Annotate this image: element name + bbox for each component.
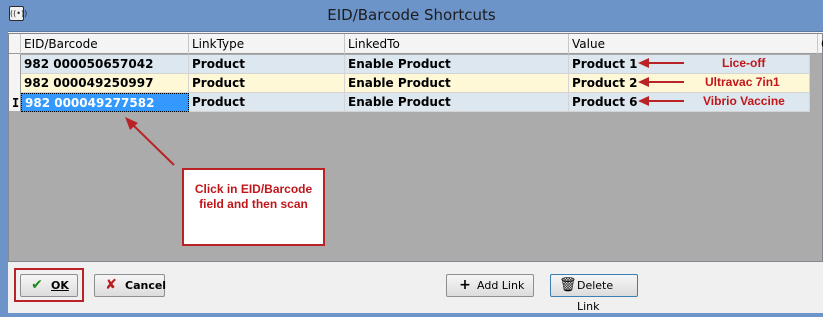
dialog-client: EID/Barcode LinkType LinkedTo Value C 98… [8, 31, 823, 313]
plus-icon: + [459, 277, 471, 293]
arrow-to-row1 [638, 58, 684, 68]
arrow-to-row3 [638, 96, 684, 106]
add-link-button[interactable]: + Add Link [446, 274, 534, 297]
annotation-overlay [125, 58, 684, 166]
annotation-ultravac: Ultravac 7in1 [705, 75, 780, 89]
title-bar: ((•)) EID/Barcode Shortcuts [0, 0, 823, 31]
arrow-to-eid-cell [125, 117, 175, 166]
window-title: EID/Barcode Shortcuts [327, 6, 496, 24]
instruction-callout: Click in EID/Barcode field and then scan [182, 168, 325, 246]
eid-barcode-shortcuts-window: ((•)) EID/Barcode Shortcuts EID/Barcode … [0, 0, 823, 317]
annotation-lice-off: Lice-off [722, 56, 766, 70]
x-icon: ✘ [105, 277, 117, 293]
trash-icon: 🗑 [559, 277, 577, 293]
cancel-button[interactable]: ✘ Cancel [94, 274, 167, 297]
annotation-vibrio-vaccine: Vibrio Vaccine [703, 94, 785, 108]
button-bar: ✔ OK ✘ Cancel + Add Link 🗑 Delete Link [8, 262, 823, 313]
checkmark-icon: ✔ [31, 277, 43, 293]
ok-label: OK [51, 279, 69, 292]
ok-button[interactable]: ✔ OK [20, 274, 78, 297]
add-link-label: Add Link [477, 279, 525, 292]
delete-link-button[interactable]: 🗑 Delete Link [550, 274, 638, 313]
cancel-label: Cancel [125, 279, 167, 292]
delete-link-label: Delete Link [577, 279, 614, 313]
arrow-to-row2 [638, 77, 684, 87]
